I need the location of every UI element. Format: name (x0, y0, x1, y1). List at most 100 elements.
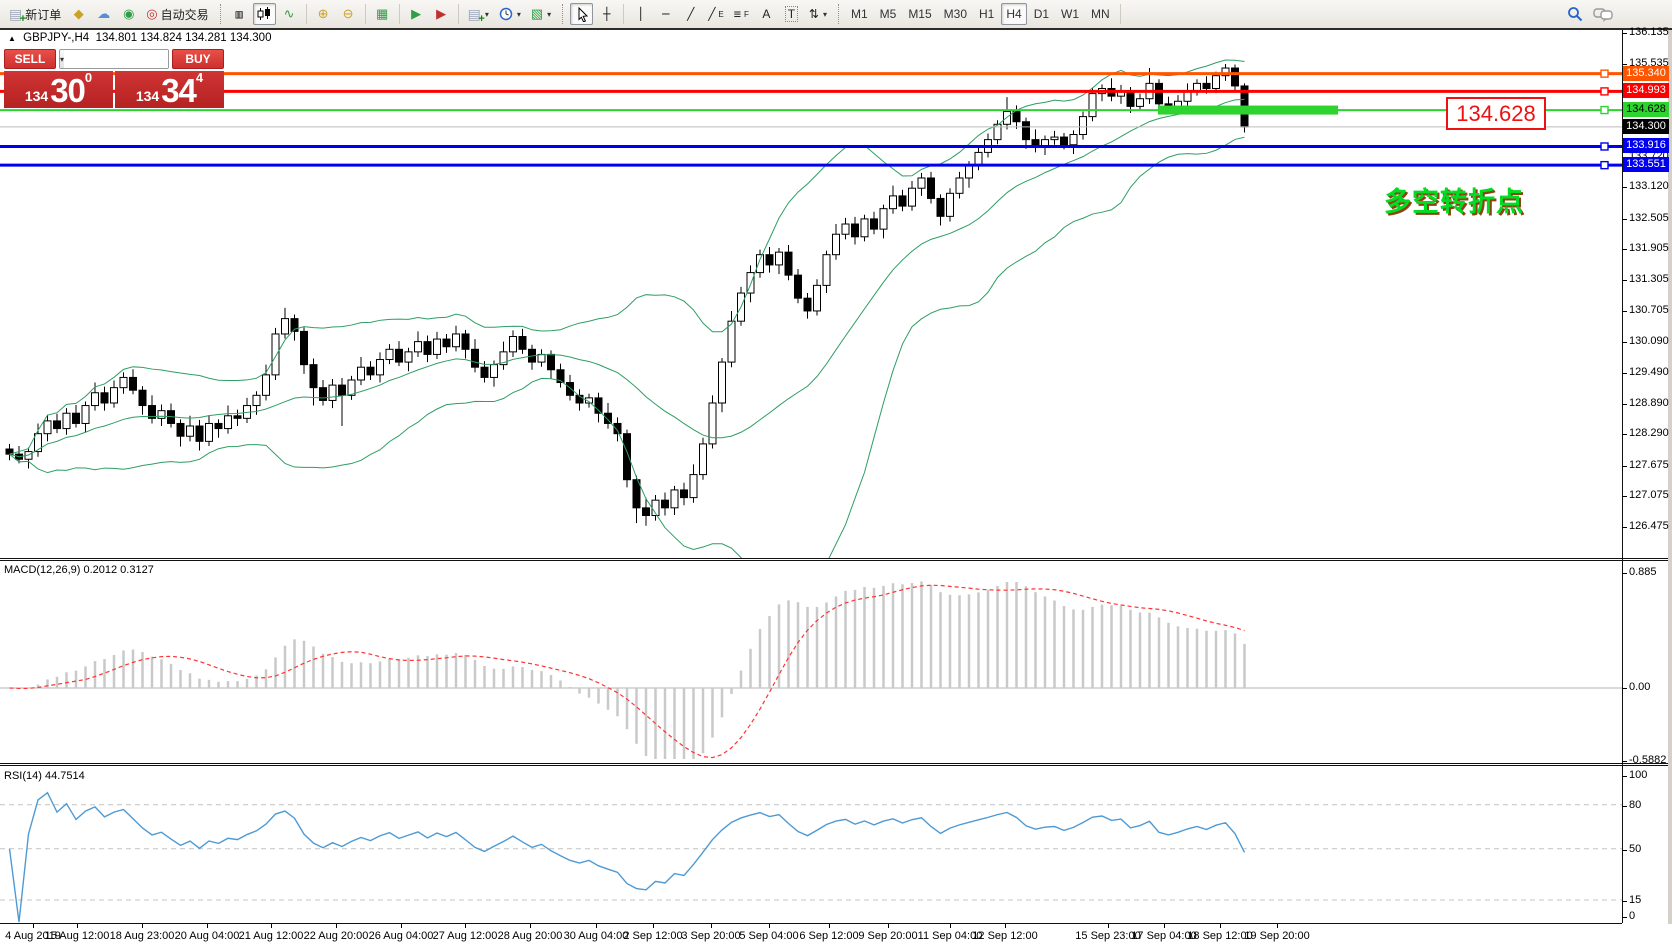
rsi-tick-mark (1622, 850, 1627, 851)
price-level-badge: 134.300 (1623, 119, 1669, 134)
signals-icon: ◉ (123, 6, 134, 22)
price-tick-mark (1622, 219, 1627, 220)
macd-tick-label: 0.885 (1629, 566, 1657, 578)
time-tick-label: 30 Aug 04:00 (564, 930, 629, 942)
rsi-tick-label: 15 (1629, 894, 1641, 906)
chart-line-button[interactable]: ∿ (278, 3, 301, 25)
rsi-tick-mark (1622, 776, 1627, 777)
indicators-button[interactable]: ▤+ ▾ (464, 3, 493, 25)
volume-input[interactable] (64, 50, 169, 68)
time-axis[interactable]: 4 Aug 201915 Aug 12:0018 Aug 23:0020 Aug… (0, 924, 1672, 949)
chinese-note-text[interactable]: 多空转折点 (1384, 180, 1524, 219)
buy-button[interactable]: BUY (172, 49, 224, 69)
zoom-in-button[interactable]: ⊕ (312, 3, 335, 25)
timeframe-button-w1[interactable]: W1 (1056, 3, 1084, 25)
new-order-button[interactable]: ▤+ 新订单 (5, 3, 65, 25)
channel-icon: ╱ (708, 7, 715, 21)
horizontal-line-button[interactable]: ─ (654, 3, 677, 25)
timeframe-button-m5[interactable]: M5 (875, 3, 902, 25)
community-button[interactable]: ☁ (92, 3, 115, 25)
auto-scroll-button[interactable]: ▶ (405, 3, 428, 25)
zoom-in-icon: ⊕ (318, 6, 329, 22)
time-tick-label: 3 Sep 20:00 (681, 930, 740, 942)
auto-scroll-icon: ▶ (411, 6, 421, 22)
sell-price-pip: 0 (85, 71, 92, 85)
timeframe-button-h1[interactable]: H1 (974, 3, 999, 25)
auto-trading-label: 自动交易 (161, 6, 209, 23)
rsi-tick-label: 0 (1629, 910, 1635, 922)
templates-button[interactable]: ▧ ▾ (527, 3, 555, 25)
zoom-out-button[interactable]: ⊖ (337, 3, 360, 25)
time-tick-label: 19 Sep 20:00 (1244, 930, 1309, 942)
time-tick-mark (1220, 924, 1221, 928)
cursor-button[interactable] (570, 3, 593, 25)
tile-windows-button[interactable]: ▦ (371, 3, 394, 25)
rsi-tick-label: 100 (1629, 769, 1647, 781)
chart-shift-button[interactable]: ▶ (430, 3, 453, 25)
timeframe-button-m30[interactable]: M30 (939, 3, 972, 25)
time-tick-mark (888, 924, 889, 928)
timeframe-button-m15[interactable]: M15 (903, 3, 936, 25)
auto-trading-button[interactable]: ◎ 自动交易 (142, 3, 212, 25)
macd-tick-mark (1622, 688, 1627, 689)
crosshair-button[interactable]: ┼ (595, 3, 618, 25)
price-tick-mark (1622, 33, 1627, 34)
signals-button[interactable]: ◉ (117, 3, 140, 25)
sell-price-figure: 134 (25, 86, 48, 106)
trendline-button[interactable]: ╱ (679, 3, 702, 25)
search-button[interactable] (1563, 3, 1587, 25)
vertical-line-button[interactable]: │ (629, 3, 652, 25)
buy-price-panel[interactable]: 134 34 4 (115, 71, 224, 108)
rsi-tick-label: 50 (1629, 843, 1641, 855)
alerts-button[interactable]: ◆ (67, 3, 90, 25)
time-tick-mark (653, 924, 654, 928)
text-icon: A (762, 7, 770, 21)
time-tick-mark (596, 924, 597, 928)
chat-button[interactable] (1589, 3, 1617, 25)
price-tick-mark (1622, 373, 1627, 374)
toolbar-grip (838, 4, 839, 24)
timeframe-button-mn[interactable]: MN (1086, 3, 1115, 25)
time-tick-mark (530, 924, 531, 928)
new-order-icon: ▤+ (9, 7, 22, 21)
chart-candles-button[interactable] (253, 3, 276, 25)
pane-divider[interactable] (0, 558, 1672, 561)
text-button[interactable]: A (755, 3, 778, 25)
sell-button[interactable]: SELL (4, 49, 56, 69)
zoom-out-icon: ⊖ (343, 6, 354, 22)
alert-icon: ◆ (74, 6, 84, 22)
text-label-button[interactable]: T (780, 3, 803, 25)
price-tick-label: 131.905 (1629, 242, 1669, 254)
price-annotation-box[interactable]: 134.628 (1446, 97, 1546, 130)
symbol-info: ▲ GBPJPY-,H4 134.801 134.824 134.281 134… (8, 32, 271, 44)
chevron-down-icon: ▾ (823, 10, 827, 19)
clock-icon (499, 7, 513, 21)
fibonacci-icon: ≡ (734, 7, 741, 21)
channel-button[interactable]: ╱E (704, 3, 728, 25)
timeframe-button-h4[interactable]: H4 (1001, 3, 1026, 25)
volume-stepper: ▾ ▴ (59, 49, 169, 69)
crosshair-icon: ┼ (603, 7, 610, 21)
price-tick-mark (1622, 187, 1627, 188)
chart-bars-button[interactable]: ▥ (228, 3, 251, 25)
rsi-indicator-pane[interactable] (0, 767, 1622, 923)
new-order-label: 新订单 (25, 6, 61, 23)
periods-button[interactable]: ▾ (495, 3, 525, 25)
bar-chart-icon: ▥ (235, 7, 242, 21)
macd-indicator-pane[interactable] (0, 562, 1622, 762)
fibonacci-button[interactable]: ≡F (730, 3, 753, 25)
community-icon: ☁ (97, 6, 110, 22)
price-tick-label: 136.135 (1629, 26, 1669, 38)
price-tick-label: 133.120 (1629, 180, 1669, 192)
price-tick-mark (1622, 280, 1627, 281)
ohlc-low: 134.281 (185, 32, 227, 44)
sell-price-panel[interactable]: 134 30 0 (4, 71, 113, 108)
time-tick-label: 5 Sep 04:00 (739, 930, 798, 942)
timeframe-button-m1[interactable]: M1 (846, 3, 873, 25)
pane-divider[interactable] (0, 763, 1672, 766)
time-tick-mark (142, 924, 143, 928)
main-price-chart[interactable] (0, 30, 1622, 558)
timeframe-button-d1[interactable]: D1 (1029, 3, 1054, 25)
arrows-button[interactable]: ⇅ ▾ (805, 3, 831, 25)
arrows-icon: ⇅ (809, 7, 819, 21)
